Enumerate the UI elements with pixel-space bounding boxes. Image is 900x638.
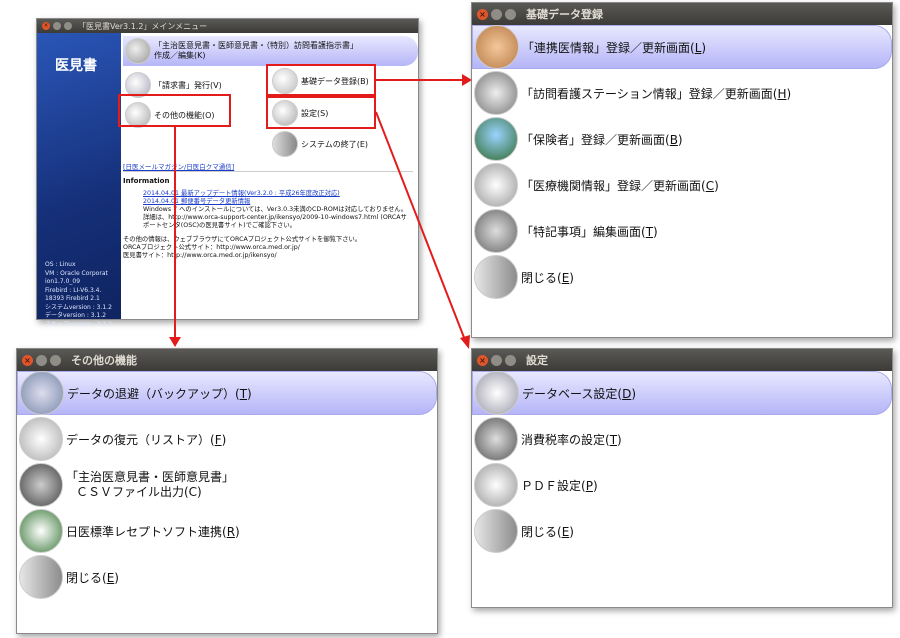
maximize-icon[interactable] bbox=[50, 354, 61, 366]
other-item-restore[interactable]: データの復元（リストア）(F) bbox=[17, 417, 437, 461]
kiso-item-tokki[interactable]: 「特記事項」編集画面(T) bbox=[472, 209, 892, 253]
stethoscope-icon bbox=[474, 163, 518, 207]
maximize-icon[interactable] bbox=[505, 8, 516, 20]
minimize-icon[interactable] bbox=[36, 354, 47, 366]
settei-window: × 設定 データベース設定(D) 消費税率の設定(T) ＰＤＦ設定(P) 閉じる… bbox=[471, 348, 893, 608]
settei-item-close[interactable]: 閉じる(E) bbox=[472, 509, 892, 553]
kiso-titlebar: × 基礎データ登録 bbox=[472, 3, 892, 25]
door-icon bbox=[474, 509, 518, 553]
settei-item-tax[interactable]: 消費税率の設定(T) bbox=[472, 417, 892, 461]
kiso-item-iryokikan[interactable]: 「医療機関情報」登録／更新画面(C) bbox=[472, 163, 892, 207]
kiso-item-hokensha[interactable]: 「保険者」登録／更新画面(B) bbox=[472, 117, 892, 161]
minimize-icon[interactable] bbox=[491, 8, 502, 20]
door-icon bbox=[474, 255, 518, 299]
other-item-orca[interactable]: 日医標準レセプトソフト連携(R) bbox=[17, 509, 437, 553]
close-icon[interactable]: × bbox=[477, 354, 488, 366]
handshake-icon bbox=[475, 25, 519, 69]
other-window: × その他の機能 データの退避（バックアップ）(T) データの復元（リストア）(… bbox=[16, 348, 438, 634]
doctor-hands-icon bbox=[474, 209, 518, 253]
phone-icon bbox=[19, 463, 63, 507]
other-item-close[interactable]: 閉じる(E) bbox=[17, 555, 437, 599]
kiso-item-close[interactable]: 閉じる(E) bbox=[472, 255, 892, 299]
documents-icon bbox=[19, 417, 63, 461]
printer-icon bbox=[474, 463, 518, 507]
settei-titlebar: × 設定 bbox=[472, 349, 892, 371]
other-titlebar: × その他の機能 bbox=[17, 349, 437, 371]
nurse-icon bbox=[474, 71, 518, 115]
kiso-item-houmon[interactable]: 「訪問看護ステーション情報」登録／更新画面(H) bbox=[472, 71, 892, 115]
window-title: その他の機能 bbox=[71, 354, 137, 367]
window-title: 基礎データ登録 bbox=[526, 8, 603, 21]
kiso-window: × 基礎データ登録 「連携医情報」登録／更新画面(L) 「訪問看護ステーション情… bbox=[471, 2, 893, 338]
maximize-icon[interactable] bbox=[505, 354, 516, 366]
settei-item-database[interactable]: データベース設定(D) bbox=[472, 371, 892, 415]
settei-item-pdf[interactable]: ＰＤＦ設定(P) bbox=[472, 463, 892, 507]
calculator-icon bbox=[474, 417, 518, 461]
jma-logo-icon bbox=[19, 509, 63, 553]
other-item-csv[interactable]: 「主治医意見書・医師意見書」 ＣＳＶファイル出力(C) bbox=[17, 463, 437, 507]
tree-icon bbox=[474, 117, 518, 161]
minimize-icon[interactable] bbox=[491, 354, 502, 366]
close-icon[interactable]: × bbox=[477, 8, 488, 20]
binders-icon bbox=[20, 371, 64, 415]
close-icon[interactable]: × bbox=[22, 354, 33, 366]
window-title: 設定 bbox=[526, 354, 548, 367]
kiso-item-renkei[interactable]: 「連携医情報」登録／更新画面(L) bbox=[472, 25, 892, 69]
door-icon bbox=[19, 555, 63, 599]
keyboard-icon bbox=[475, 371, 519, 415]
other-item-backup[interactable]: データの退避（バックアップ）(T) bbox=[17, 371, 437, 415]
